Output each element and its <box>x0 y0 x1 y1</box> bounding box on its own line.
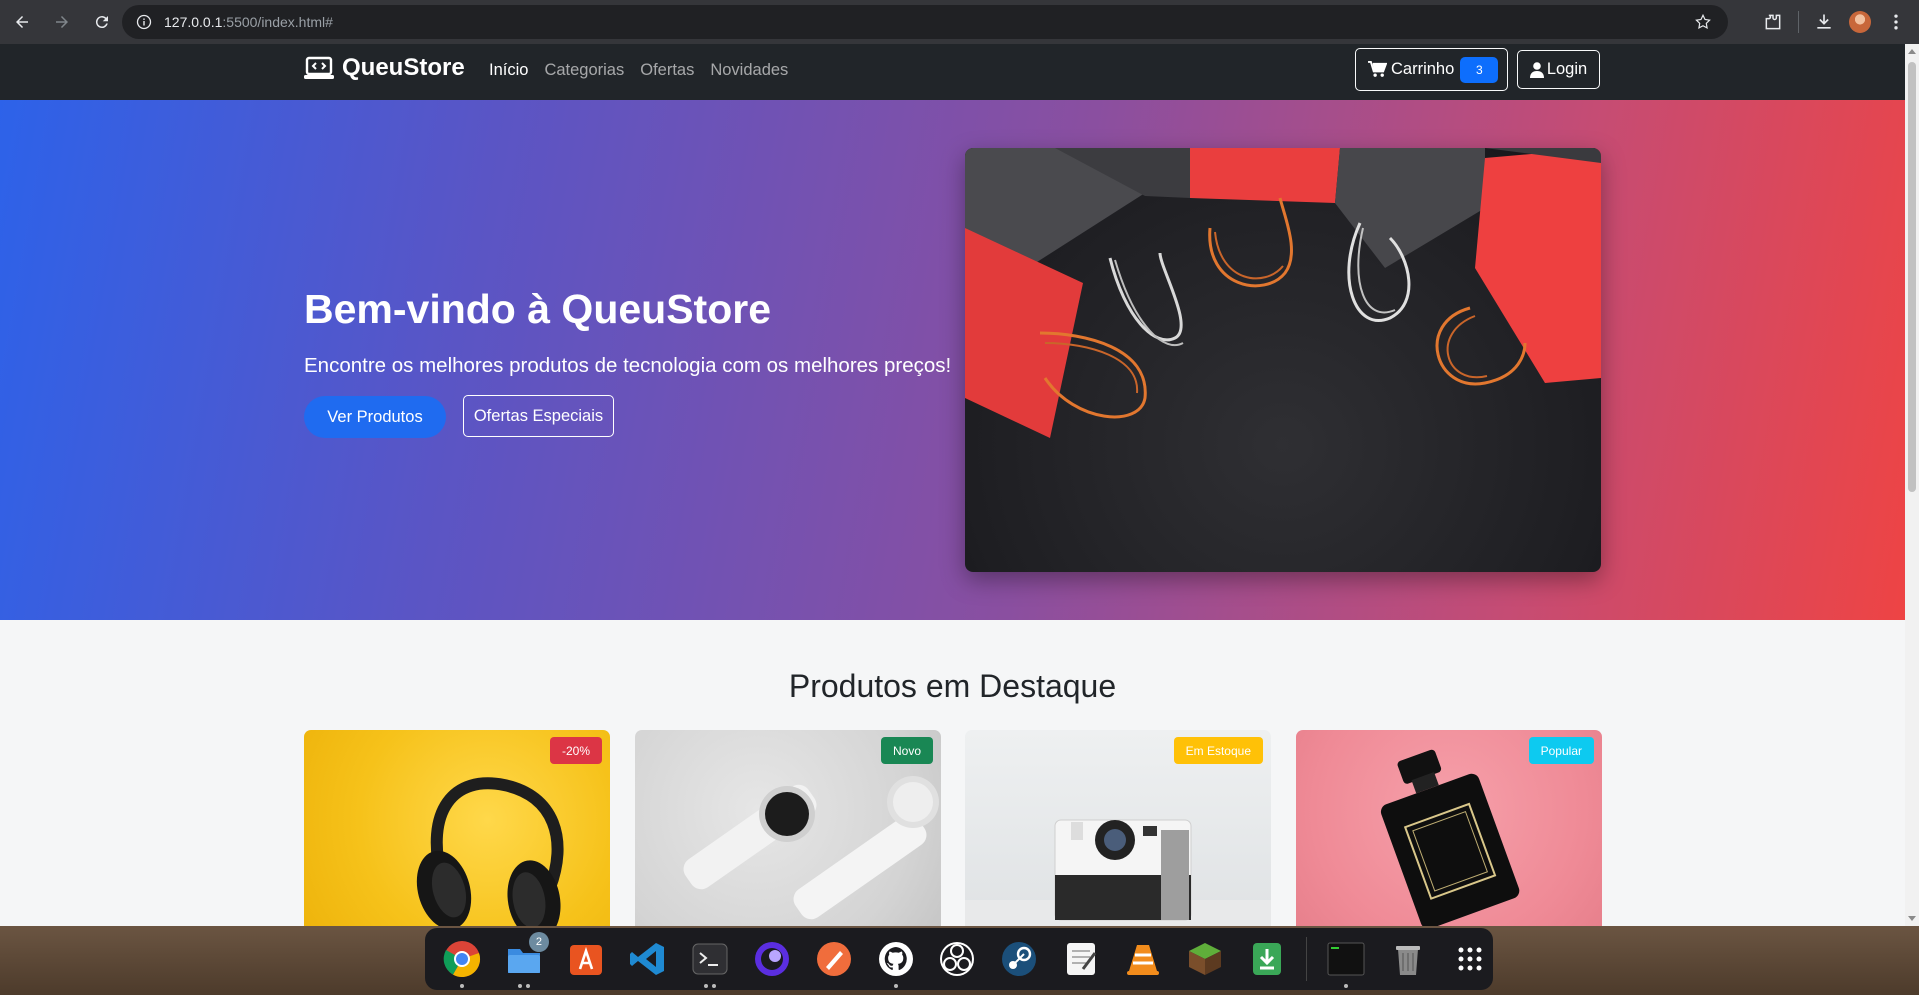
steam-icon[interactable] <box>996 936 1042 982</box>
scroll-down-icon[interactable] <box>1908 916 1916 921</box>
user-icon <box>1529 61 1544 78</box>
profile-avatar[interactable] <box>1849 11 1871 33</box>
hero-banner: Bem-vindo à QueuStore Encontre os melhor… <box>0 100 1905 620</box>
scrollbar-thumb[interactable] <box>1908 62 1916 492</box>
new-badge: Novo <box>880 737 933 764</box>
trash-icon[interactable] <box>1385 936 1431 982</box>
hero-shopping-bags-image <box>965 148 1601 572</box>
nav-link-inicio[interactable]: Início <box>489 61 528 80</box>
url-host: 127.0.0.1 <box>164 14 223 30</box>
vlc-icon[interactable] <box>1120 936 1166 982</box>
login-button[interactable]: Login <box>1517 50 1600 89</box>
product-card-smartwatch[interactable]: Novo <box>635 730 941 926</box>
nav-link-ofertas[interactable]: Ofertas <box>640 61 694 80</box>
files-notification-badge: 2 <box>528 932 549 952</box>
app-center-icon[interactable] <box>563 936 609 982</box>
product-card-perfume[interactable]: Popular <box>1296 730 1602 926</box>
bookmark-star-icon[interactable] <box>1694 13 1712 31</box>
featured-products-title: Produtos em Destaque <box>788 668 1117 704</box>
special-offers-button[interactable]: Ofertas Especiais <box>463 395 614 437</box>
obs-icon[interactable] <box>935 936 981 982</box>
text-editor-icon[interactable] <box>1058 936 1104 982</box>
address-bar[interactable]: 127.0.0.1:5500/index.html# <box>122 5 1728 39</box>
github-icon[interactable] <box>873 936 919 988</box>
browser-icon[interactable] <box>749 936 795 982</box>
pen-icon[interactable] <box>811 936 857 982</box>
hero-subtitle: Encontre os melhores produtos de tecnolo… <box>304 354 952 377</box>
scroll-up-icon[interactable] <box>1908 49 1916 54</box>
app-dock: 2 <box>425 928 1493 990</box>
url-path: :5500/index.html# <box>222 14 333 30</box>
view-products-button[interactable]: Ver Produtos <box>304 396 446 438</box>
discount-badge: -20% <box>549 737 602 764</box>
cart-count-badge: 3 <box>1460 56 1499 83</box>
popular-badge: Popular <box>1528 737 1594 764</box>
extensions-icon[interactable] <box>1762 11 1784 33</box>
page-scrollbar[interactable] <box>1905 44 1919 926</box>
product-card-camera[interactable]: Em Estoque <box>965 730 1271 926</box>
product-card-headphones[interactable]: -20% <box>304 730 610 926</box>
back-icon[interactable] <box>4 4 40 40</box>
cart-button[interactable]: Carrinho 3 <box>1355 48 1508 91</box>
cart-label: Carrinho <box>1391 60 1455 78</box>
toolbar-separator <box>1798 11 1799 33</box>
chrome-icon[interactable] <box>439 936 485 988</box>
nav-link-categorias[interactable]: Categorias <box>544 61 624 80</box>
brand-name: QueuStore <box>342 54 465 81</box>
brand-logo[interactable]: QueuStore <box>304 54 465 82</box>
app-grid-icon[interactable] <box>1447 936 1493 982</box>
download-icon[interactable] <box>1813 11 1835 33</box>
laptop-code-icon <box>304 56 334 79</box>
terminal-exec-icon[interactable] <box>1323 936 1369 988</box>
vscode-icon[interactable] <box>625 936 671 982</box>
minecraft-icon[interactable] <box>1182 936 1228 982</box>
login-label: Login <box>1546 60 1588 78</box>
menu-kebab-icon[interactable] <box>1885 11 1907 33</box>
installer-icon[interactable] <box>1244 936 1290 982</box>
reload-icon[interactable] <box>84 4 120 40</box>
site-info-icon[interactable] <box>136 14 152 30</box>
nav-link-novidades[interactable]: Novidades <box>710 61 788 80</box>
site-navbar: QueuStore Início Categorias Ofertas Novi… <box>0 44 1905 100</box>
in-stock-badge: Em Estoque <box>1173 737 1263 764</box>
terminal-icon[interactable] <box>687 936 733 988</box>
hero-title: Bem-vindo à QueuStore <box>304 286 772 332</box>
files-icon[interactable]: 2 <box>501 932 549 988</box>
shopping-cart-icon <box>1368 61 1387 77</box>
forward-icon[interactable] <box>44 4 80 40</box>
browser-toolbar: 127.0.0.1:5500/index.html# <box>0 0 1919 44</box>
dock-divider <box>1306 937 1308 981</box>
page-viewport: QueuStore Início Categorias Ofertas Novi… <box>0 44 1905 926</box>
